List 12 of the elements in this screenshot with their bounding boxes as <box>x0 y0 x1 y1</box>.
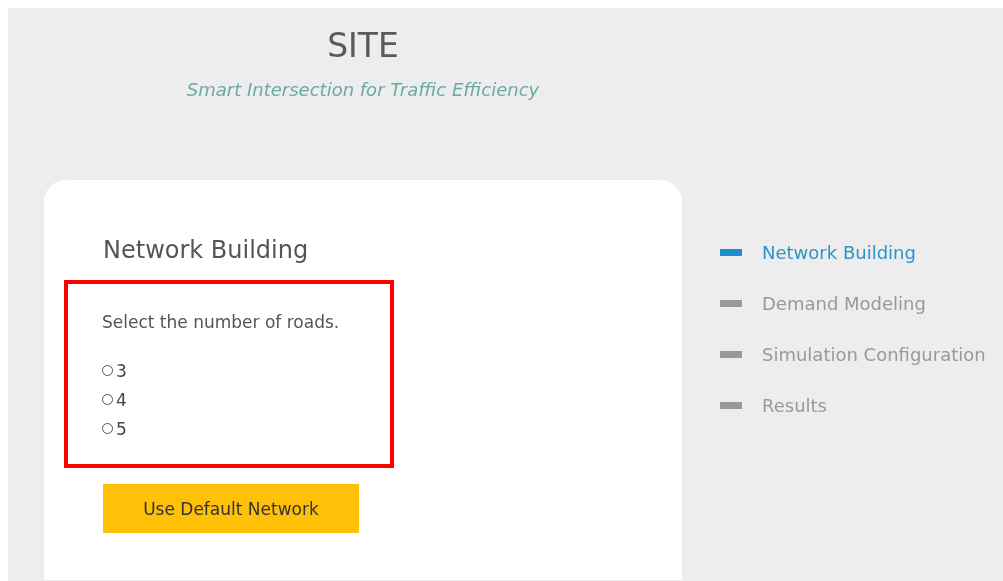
step-marker-icon <box>720 300 742 307</box>
step-marker-icon <box>720 402 742 409</box>
question-text: Select the number of roads. <box>102 312 341 332</box>
app-title: SITE <box>327 26 399 65</box>
app-subtitle: Smart Intersection for Traffic Efficiency <box>186 79 540 100</box>
section-heading: Network Building <box>103 236 309 264</box>
default-network-button[interactable]: Use Default Network <box>103 484 359 533</box>
step-marker-icon <box>720 351 742 358</box>
radio-option[interactable]: 3 <box>102 356 390 385</box>
radio-option[interactable]: 5 <box>102 414 390 443</box>
step-marker-icon <box>720 249 742 256</box>
radio-option[interactable]: 4 <box>102 385 390 414</box>
